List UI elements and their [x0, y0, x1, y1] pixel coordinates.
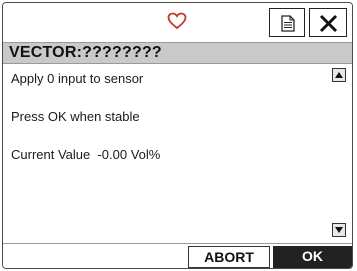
ok-button[interactable]: OK	[273, 246, 352, 268]
scroll-up-button[interactable]	[332, 68, 346, 82]
instruction-text: Press OK when stable	[11, 109, 140, 124]
dialog-window: VECTOR:???????? Apply 0 input to sensor …	[2, 2, 353, 269]
scroll-down-button[interactable]	[332, 223, 346, 237]
message-area: Apply 0 input to sensor Press OK when st…	[3, 64, 352, 243]
document-button[interactable]	[269, 8, 305, 37]
current-value-text: Current Value -0.00 Vol%	[11, 147, 161, 162]
button-bar: ABORT OK	[3, 243, 352, 268]
heart-outline-icon	[166, 10, 188, 32]
abort-button[interactable]: ABORT	[188, 246, 270, 268]
vertical-scrollbar[interactable]	[332, 68, 346, 240]
title-bar	[3, 3, 352, 42]
dialog-header: VECTOR:????????	[3, 42, 352, 64]
instruction-text: Apply 0 input to sensor	[11, 71, 144, 86]
close-button[interactable]	[309, 8, 347, 37]
